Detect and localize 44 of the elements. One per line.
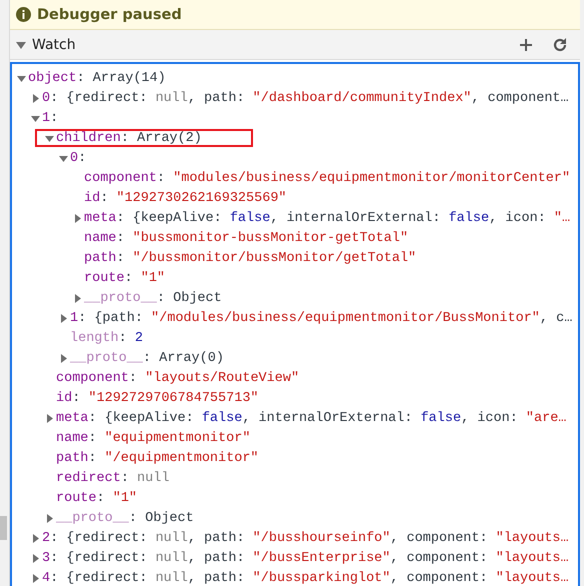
scrollbar-thumb[interactable] bbox=[0, 516, 7, 540]
property-text: name: "equipmentmonitor" bbox=[56, 430, 252, 446]
property-text: 0: bbox=[70, 150, 88, 166]
property-text: path: "/bussmonitor/bussMonitor/getTotal" bbox=[84, 250, 418, 266]
expand-arrow-icon[interactable] bbox=[30, 572, 41, 584]
property-text: __proto__: Object bbox=[84, 290, 223, 306]
expand-arrow-icon[interactable] bbox=[30, 532, 41, 544]
property-text: route: "1" bbox=[84, 270, 166, 286]
property-text: 2: {redirect: null, path: "/busshourseinfo", component: "layouts… bbox=[42, 530, 570, 546]
property-text: route: "1" bbox=[56, 490, 138, 506]
property-text: id: "1292730262169325569" bbox=[84, 190, 288, 206]
property-text: 4: {redirect: null, path: "/bussparkinglot", component: "layouts… bbox=[42, 570, 570, 586]
add-icon bbox=[519, 38, 533, 52]
section-title: Watch bbox=[32, 36, 77, 52]
property-text: component: "modules/business/equipmentmonitor/monitorCenter" bbox=[84, 170, 572, 186]
expand-arrow-icon[interactable] bbox=[44, 512, 55, 524]
property-text: redirect: null bbox=[56, 470, 170, 486]
property-text: object: Array(14) bbox=[28, 70, 167, 86]
expand-arrow-icon[interactable] bbox=[58, 352, 69, 364]
banner-text: Debugger paused bbox=[37, 6, 182, 22]
property-text: meta: {keepAlive: false, internalOrExternal: false, icon: "are… bbox=[56, 410, 568, 426]
expand-arrow-icon[interactable] bbox=[30, 92, 41, 104]
property-text: 1: bbox=[42, 110, 60, 126]
info-icon bbox=[16, 7, 31, 22]
expand-arrow-icon[interactable] bbox=[44, 412, 55, 424]
property-text: 0: {redirect: null, path: "/dashboard/communityIndex", component… bbox=[42, 90, 570, 106]
property-text: component: "layouts/RouteView" bbox=[56, 370, 300, 386]
property-text: length: 2 bbox=[70, 330, 144, 346]
property-text: meta: {keepAlive: false, internalOrExternal: false, icon: "… bbox=[84, 210, 572, 226]
property-text: 3: {redirect: null, path: "/bussEnterprise", component: "layouts… bbox=[42, 550, 570, 566]
property-text: path: "/equipmentmonitor" bbox=[56, 450, 260, 466]
property-text: __proto__: Object bbox=[56, 510, 195, 526]
collapse-arrow-icon[interactable] bbox=[16, 40, 26, 50]
property-text: name: "bussmonitor-bussMonitor-getTotal" bbox=[84, 230, 410, 246]
expand-arrow-icon[interactable] bbox=[72, 292, 83, 304]
property-text: __proto__: Array(0) bbox=[70, 350, 225, 366]
expand-arrow-icon[interactable] bbox=[72, 212, 83, 224]
watch-header[interactable]: Watch bbox=[10, 30, 580, 60]
refresh-icon bbox=[552, 36, 568, 52]
expand-arrow-icon[interactable] bbox=[30, 552, 41, 564]
property-text: id: "1292729706784755713" bbox=[56, 390, 260, 406]
property-text: 1: {path: "/modules/business/equipmentmonitor/BussMonitor", c… bbox=[70, 310, 574, 326]
expand-arrow-icon[interactable] bbox=[58, 312, 69, 324]
property-text: children: Array(2) bbox=[56, 130, 203, 146]
